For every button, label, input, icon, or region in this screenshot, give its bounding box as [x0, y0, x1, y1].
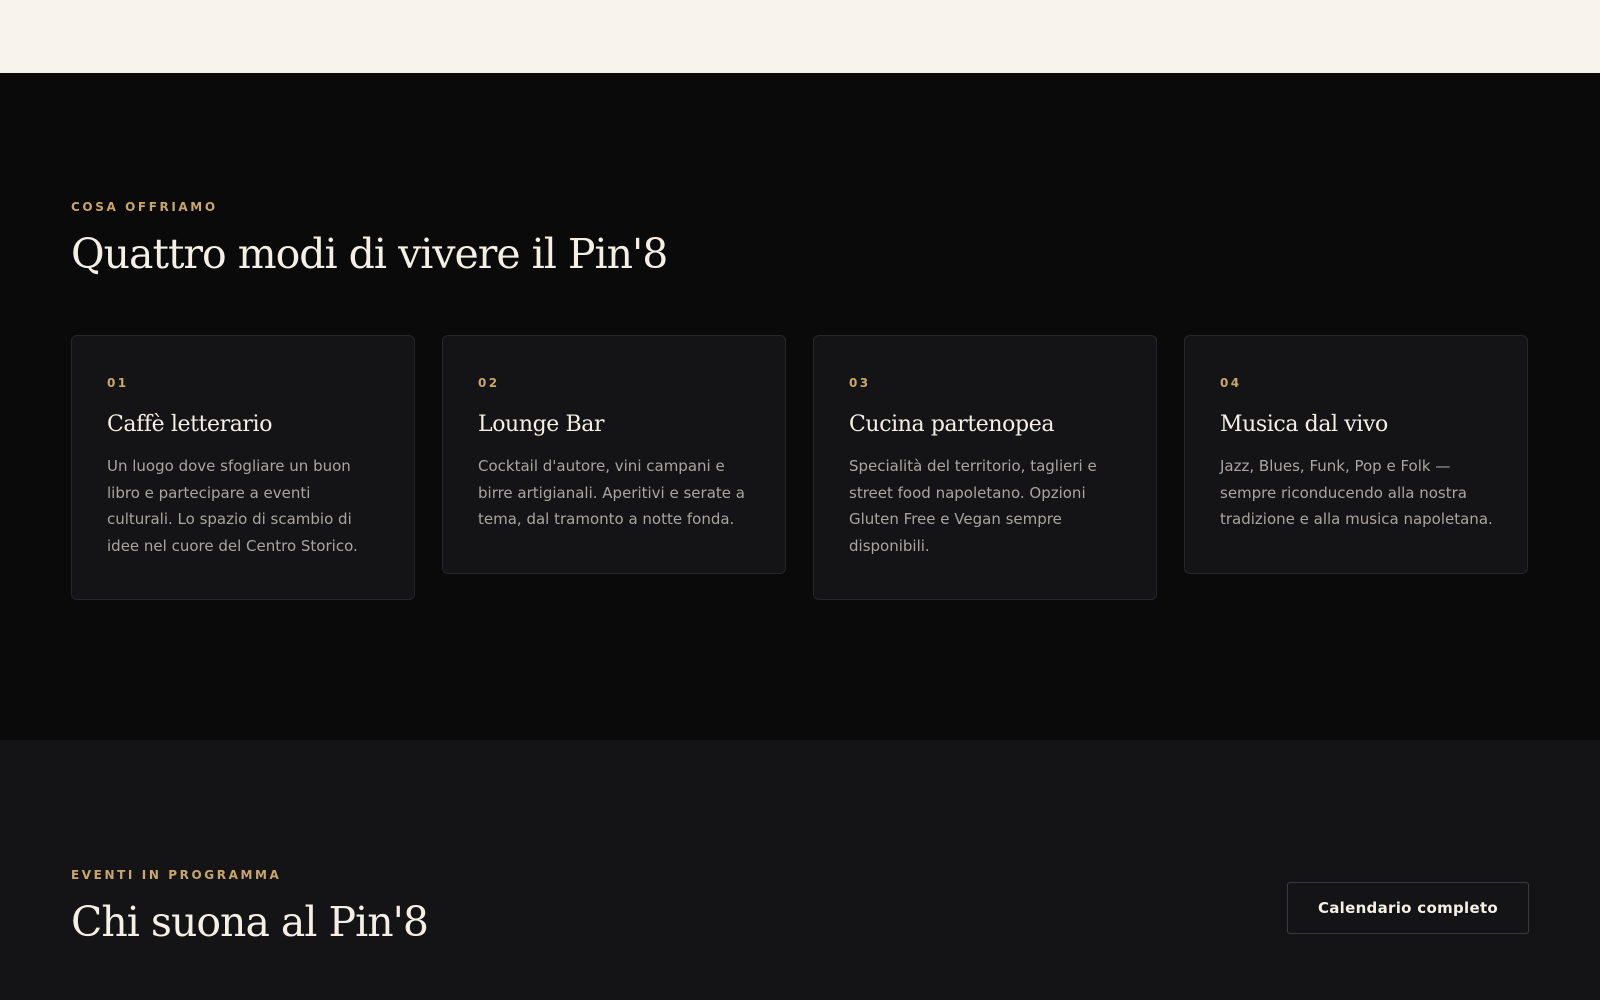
card-number: 03	[849, 376, 871, 391]
offer-eyebrow: COSA OFFRIAMO	[71, 200, 218, 214]
card-text: Jazz, Blues, Funk, Pop e Folk — sempre r…	[1220, 457, 1493, 529]
card-text: Cocktail d'autore, vini campani e birre …	[478, 457, 745, 529]
card-title: Caffè letterario	[107, 412, 273, 438]
offer-card-caffe: 01 Caffè letterario Un luogo dove sfogli…	[71, 335, 415, 601]
events-title: Chi suona al Pin'8	[71, 898, 429, 946]
offer-title: Quattro modi di vivere il Pin'8	[71, 230, 668, 278]
offer-section: COSA OFFRIAMO Quattro modi di vivere il …	[0, 73, 1600, 740]
events-section: EVENTI IN PROGRAMMA Chi suona al Pin'8 C…	[0, 740, 1600, 1000]
card-title: Lounge Bar	[478, 412, 605, 438]
events-heading-group: EVENTI IN PROGRAMMA Chi suona al Pin'8	[71, 868, 429, 947]
offer-cards: 01 Caffè letterario Un luogo dove sfogli…	[71, 335, 1529, 601]
card-text: Specialità del territorio, taglieri e st…	[849, 457, 1097, 555]
card-number: 01	[107, 376, 129, 391]
card-number: 02	[478, 376, 500, 391]
top-band	[0, 0, 1600, 73]
card-title: Cucina partenopea	[849, 412, 1055, 438]
calendar-button[interactable]: Calendario completo	[1287, 882, 1529, 934]
offer-card-cucina: 03 Cucina partenopea Specialità del terr…	[813, 335, 1157, 601]
card-number: 04	[1220, 376, 1242, 391]
card-text: Un luogo dove sfogliare un buon libro e …	[107, 457, 358, 555]
card-title: Musica dal vivo	[1220, 412, 1388, 438]
offer-card-musica: 04 Musica dal vivo Jazz, Blues, Funk, Po…	[1184, 335, 1528, 574]
offer-card-lounge: 02 Lounge Bar Cocktail d'autore, vini ca…	[442, 335, 786, 574]
events-eyebrow: EVENTI IN PROGRAMMA	[71, 868, 282, 882]
